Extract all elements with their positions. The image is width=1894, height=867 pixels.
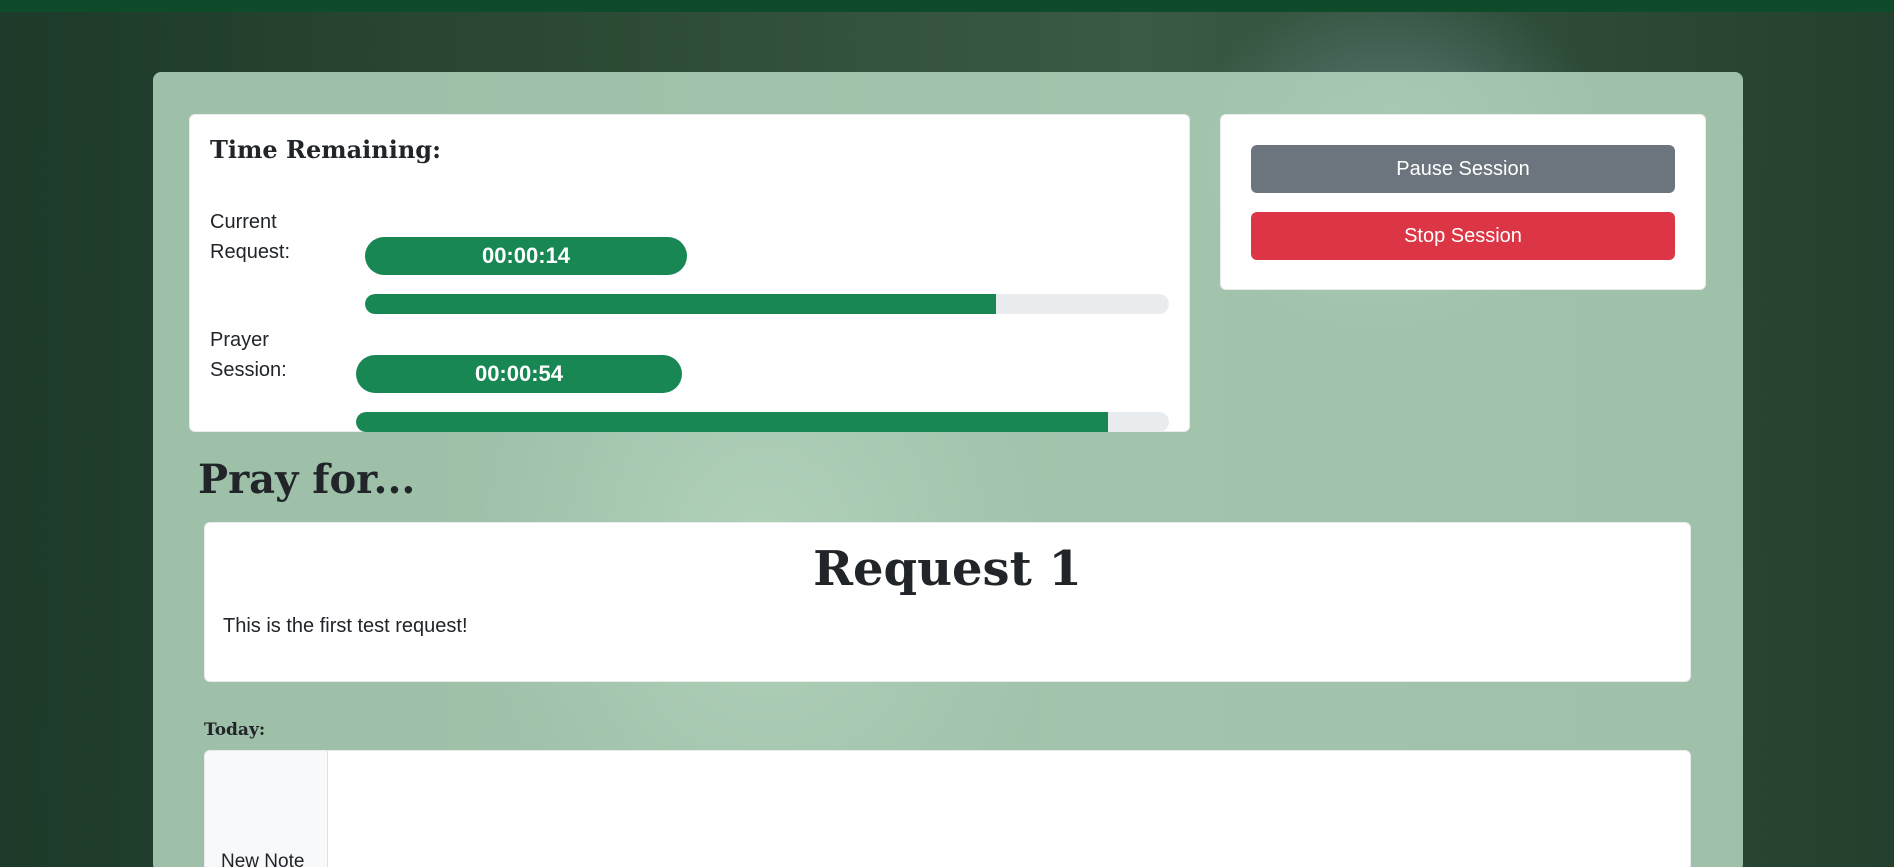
current-request-progress-fill	[365, 294, 997, 314]
session-controls-card: Pause Session Stop Session	[1220, 114, 1706, 290]
today-label: Today:	[204, 720, 266, 740]
stop-session-button[interactable]: Stop Session	[1251, 212, 1675, 260]
request-title: Request 1	[813, 541, 1082, 597]
request-body: This is the first test request!	[223, 615, 468, 637]
current-request-progress	[365, 294, 1169, 314]
prayer-session-label: Prayer Session:	[210, 329, 287, 381]
prayer-session-time-badge: 00:00:54	[356, 355, 682, 393]
prayer-session-progress	[356, 412, 1169, 432]
current-request-label: Current Request:	[210, 211, 291, 263]
prayer-session-progress-fill	[356, 412, 1109, 432]
time-remaining-card: Time Remaining: Current Request: 00:00:1…	[189, 114, 1190, 432]
session-panel: Time Remaining: Current Request: 00:00:1…	[153, 72, 1743, 867]
current-request-time-badge: 00:00:14	[365, 237, 687, 275]
new-note-label-cell: New Note	[205, 751, 328, 867]
time-remaining-title: Time Remaining:	[210, 135, 441, 164]
new-note-group: New Note	[204, 750, 1691, 867]
new-note-label: New Note	[221, 851, 305, 867]
new-note-input[interactable]	[328, 751, 1690, 867]
pause-session-button[interactable]: Pause Session	[1251, 145, 1675, 193]
request-card: Request 1 This is the first test request…	[204, 522, 1691, 682]
top-bar	[0, 0, 1894, 12]
pray-for-heading: Pray for...	[198, 456, 416, 503]
